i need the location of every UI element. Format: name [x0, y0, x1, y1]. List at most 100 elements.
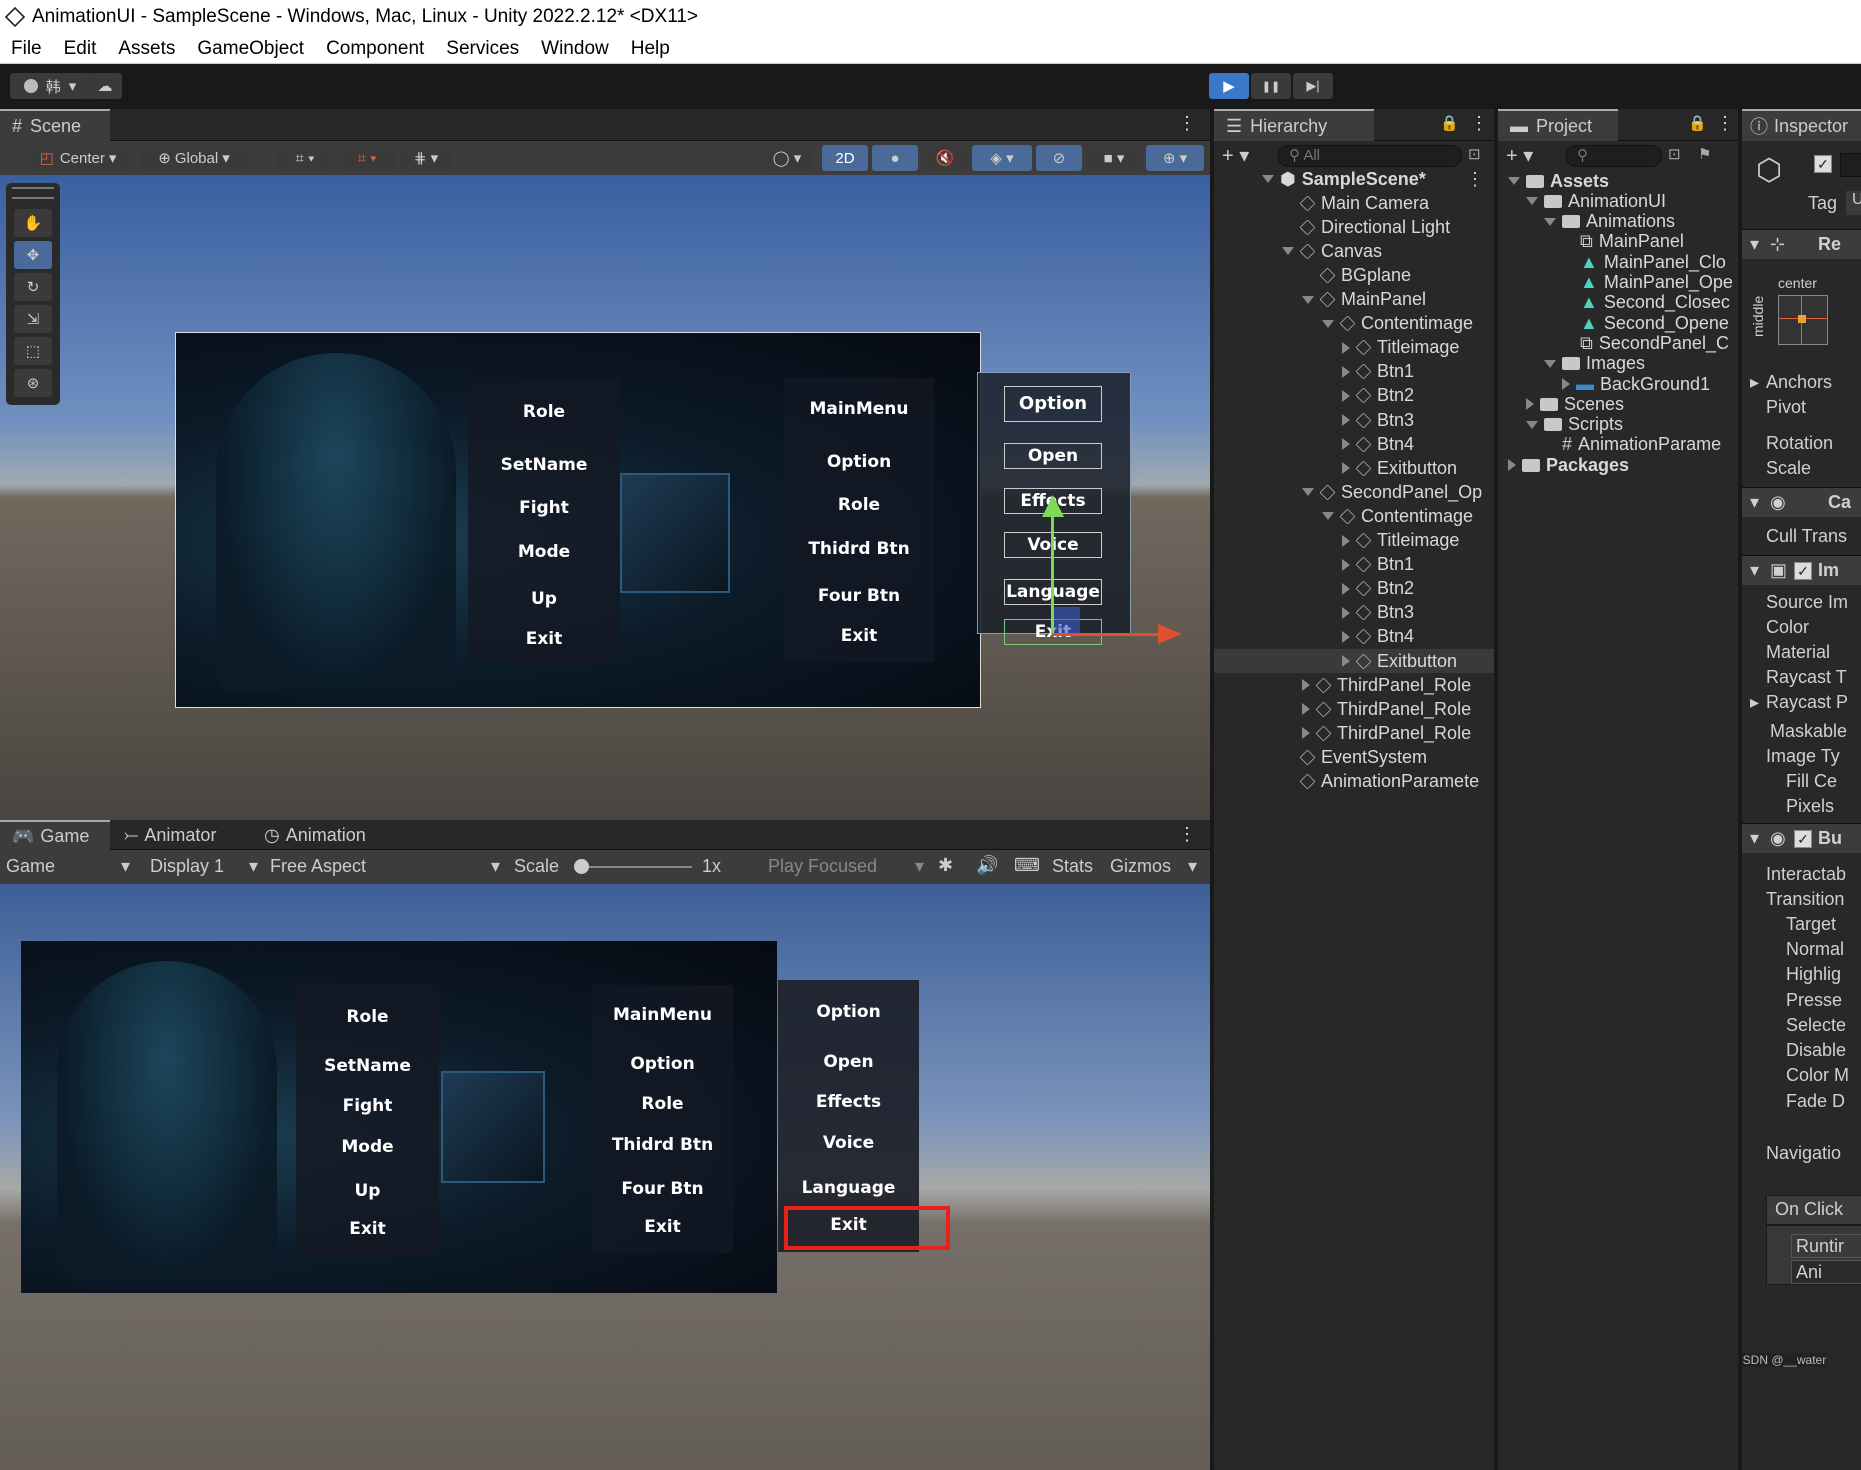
expanded-arrow-icon[interactable]	[1526, 197, 1538, 206]
project-item-images[interactable]: Images	[1498, 353, 1738, 374]
rect-tool-button[interactable]: ⬚	[14, 337, 52, 365]
project-item-assets[interactable]: Assets	[1498, 171, 1738, 191]
menu-services[interactable]: Services	[446, 38, 519, 60]
hierarchy-item-thirdpanel-role[interactable]: ThirdPanel_Role	[1214, 721, 1494, 745]
anchor-preset-button[interactable]	[1778, 295, 1828, 345]
hierarchy-item-btn2[interactable]: Btn2	[1214, 384, 1494, 408]
game-role-button-2[interactable]: Role	[592, 1094, 733, 1114]
play-focused-dropdown[interactable]: Play Focused ▾	[768, 856, 924, 877]
project-item-scenes[interactable]: Scenes	[1498, 394, 1738, 414]
drag-handle-icon[interactable]	[12, 187, 54, 199]
game-setname-button[interactable]: SetName	[296, 1056, 439, 1076]
play-button[interactable]: ▶	[1209, 73, 1249, 99]
game-option-button[interactable]: Option	[592, 1054, 733, 1074]
scene-fight-button[interactable]: Fight	[468, 498, 620, 518]
hierarchy-search-input[interactable]: ⚲ All	[1278, 145, 1462, 167]
hierarchy-item-exitbutton[interactable]: Exitbutton	[1214, 456, 1494, 480]
hand-tool-button[interactable]: ✋	[14, 209, 52, 237]
tab-project[interactable]: ▬ Project	[1498, 109, 1618, 141]
runtime-dropdown[interactable]: Runtir	[1791, 1234, 1861, 1258]
tab-hierarchy[interactable]: ☰ Hierarchy	[1214, 109, 1374, 141]
project-item-mainpanel-clo[interactable]: ▲ MainPanel_Clo	[1498, 252, 1738, 272]
tag-dropdown[interactable]: U	[1846, 191, 1861, 215]
2d-toggle[interactable]: 2D	[822, 145, 868, 171]
project-item-animationparame[interactable]: # AnimationParame	[1498, 434, 1738, 455]
menu-edit[interactable]: Edit	[64, 38, 97, 60]
game-third-button[interactable]: Thidrd Btn	[592, 1135, 733, 1155]
game-voice-button[interactable]: Voice	[778, 1133, 919, 1153]
collapsed-arrow-icon[interactable]	[1342, 365, 1350, 378]
scene-mode-button[interactable]: Mode	[468, 542, 620, 562]
expanded-arrow-icon[interactable]	[1508, 177, 1520, 185]
button-enabled-checkbox[interactable]: ✓	[1794, 830, 1812, 848]
more-options-icon[interactable]: ⋮	[1470, 113, 1488, 134]
game-mode-dropdown[interactable]: Game ▾	[6, 856, 130, 877]
step-button[interactable]: ▶|	[1293, 73, 1333, 99]
gizmo-y-arrow-icon[interactable]	[1042, 495, 1064, 517]
scene-role-button[interactable]: Role	[468, 402, 620, 422]
game-open-button[interactable]: Open	[778, 1052, 919, 1072]
hierarchy-item-bgplane[interactable]: BGplane	[1214, 263, 1494, 287]
menu-gameobject[interactable]: GameObject	[197, 38, 304, 60]
game-effects-button[interactable]: Effects	[778, 1092, 919, 1112]
move-tool-button[interactable]: ✥	[14, 241, 52, 269]
rect-transform-header[interactable]: ▾ ⊹ Re	[1742, 229, 1861, 259]
game-four-button[interactable]: Four Btn	[592, 1179, 733, 1199]
hierarchy-item-btn4[interactable]: Btn4	[1214, 432, 1494, 456]
collapsed-arrow-icon[interactable]	[1342, 655, 1350, 667]
hierarchy-item-contentimage[interactable]: Contentimage	[1214, 312, 1494, 336]
hierarchy-item-animationparamete[interactable]: AnimationParamete	[1214, 770, 1494, 794]
lighting-toggle[interactable]: ●	[872, 145, 918, 171]
scene-up-button[interactable]: Up	[468, 589, 620, 609]
game-mode-button[interactable]: Mode	[296, 1137, 439, 1157]
rotate-tool-button[interactable]: ↻	[14, 273, 52, 301]
scene-third-button[interactable]: Thidrd Btn	[784, 539, 934, 559]
scale-slider-handle[interactable]	[574, 859, 589, 874]
grid-snap-button[interactable]: ⌗ ▾	[276, 145, 334, 171]
chevron-down-icon[interactable]: ▾	[1188, 856, 1197, 877]
image-component-header[interactable]: ▾ ▣ ✓ Im	[1742, 555, 1861, 585]
hierarchy-item-mainpanel[interactable]: MainPanel	[1214, 288, 1494, 312]
scale-slider[interactable]	[576, 866, 692, 868]
menu-component[interactable]: Component	[326, 38, 424, 60]
hierarchy-item-thirdpanel-role[interactable]: ThirdPanel_Role	[1214, 697, 1494, 721]
visibility-toggle[interactable]: ⊘	[1036, 145, 1082, 171]
account-dropdown[interactable]: 韩 ▾	[10, 73, 90, 99]
project-item-secondpanel-c[interactable]: ⧉ SecondPanel_C	[1498, 333, 1738, 353]
menu-file[interactable]: File	[11, 38, 42, 60]
filter-type-icon[interactable]: ⊡	[1668, 145, 1681, 163]
project-item-packages[interactable]: Packages	[1498, 455, 1738, 475]
project-item-second-closec[interactable]: ▲ Second_Closec	[1498, 292, 1738, 313]
hierarchy-item-titleimage[interactable]: Titleimage	[1214, 336, 1494, 360]
shading-mode-button[interactable]: ◯ ▾	[762, 145, 812, 171]
hierarchy-item-btn3[interactable]: Btn3	[1214, 408, 1494, 432]
collapsed-arrow-icon[interactable]	[1526, 398, 1534, 411]
more-options-icon[interactable]: ⋮	[1178, 113, 1196, 134]
lock-icon[interactable]: 🔒	[1440, 114, 1459, 132]
hierarchy-item-btn3[interactable]: Btn3	[1214, 601, 1494, 625]
expanded-arrow-icon[interactable]	[1322, 319, 1334, 328]
add-icon[interactable]: + ▾	[1222, 143, 1249, 168]
expanded-arrow-icon[interactable]	[1302, 295, 1314, 304]
tab-inspector[interactable]: ⓘ Inspector	[1742, 109, 1861, 141]
collapsed-arrow-icon[interactable]	[1342, 582, 1350, 595]
project-item-animationui[interactable]: AnimationUI	[1498, 191, 1738, 211]
collapsed-arrow-icon[interactable]	[1342, 389, 1350, 402]
cloud-button[interactable]: ☁	[88, 73, 122, 99]
game-exit-button[interactable]: Exit	[296, 1219, 439, 1239]
tab-scene[interactable]: # Scene	[0, 109, 110, 141]
expanded-arrow-icon[interactable]	[1322, 512, 1334, 521]
project-search-input[interactable]: ⚲	[1566, 145, 1662, 167]
collapsed-arrow-icon[interactable]	[1342, 438, 1350, 451]
stats-button[interactable]: Stats	[1052, 856, 1093, 877]
game-exit-button-2[interactable]: Exit	[592, 1217, 733, 1237]
tab-game[interactable]: 🎮 Game	[0, 820, 110, 850]
collapsed-arrow-icon[interactable]	[1342, 558, 1350, 571]
gizmo-xy-plane-handle[interactable]	[1054, 607, 1080, 633]
hierarchy-item-canvas[interactable]: Canvas	[1214, 239, 1494, 263]
tab-animator[interactable]: ⤚ Animator	[112, 820, 228, 850]
hierarchy-item-directional-light[interactable]: Directional Light	[1214, 215, 1494, 239]
expanded-arrow-icon[interactable]	[1526, 420, 1538, 429]
hierarchy-item-contentimage[interactable]: Contentimage	[1214, 504, 1494, 528]
bug-icon[interactable]: ✱	[938, 855, 953, 876]
